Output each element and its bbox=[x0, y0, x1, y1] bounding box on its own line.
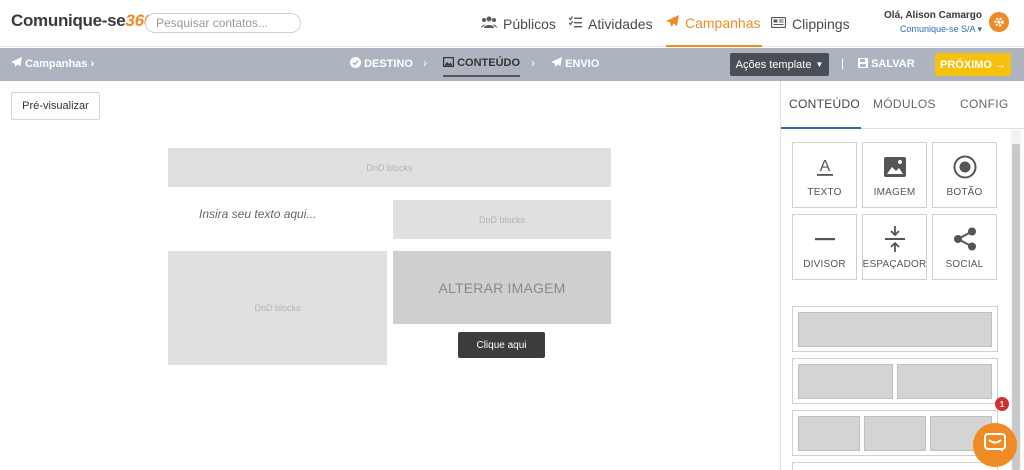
scrollbar-thumb[interactable] bbox=[1012, 144, 1020, 470]
brand-name: Comunique-se bbox=[11, 11, 126, 30]
arrow-right-icon: → bbox=[994, 58, 1006, 71]
cta-button[interactable]: Clique aqui bbox=[458, 332, 545, 358]
company-selector[interactable]: Comunique-se S/A ▾ bbox=[870, 24, 982, 35]
nav-label: Campanhas bbox=[685, 14, 761, 31]
layout-cell bbox=[798, 312, 992, 347]
nav-label: Clippings bbox=[792, 15, 850, 32]
chat-icon bbox=[984, 432, 1006, 458]
floppy-disk-icon bbox=[858, 58, 871, 70]
layout-cell bbox=[897, 364, 992, 399]
tile-label: IMAGEM bbox=[873, 186, 916, 198]
nav-item-publicos[interactable]: Públicos bbox=[481, 0, 556, 47]
step-label: CONTEÚDO bbox=[457, 57, 521, 69]
tile-label: TEXTO bbox=[807, 186, 842, 198]
nav-label: Atividades bbox=[588, 15, 653, 32]
chevron-right-icon: › bbox=[531, 56, 535, 70]
tile-label: DIVISOR bbox=[803, 258, 846, 270]
image-icon bbox=[443, 57, 457, 69]
share-icon bbox=[953, 225, 977, 253]
step-destino[interactable]: DESTINO bbox=[350, 57, 413, 70]
tab-config[interactable]: CONFIG bbox=[960, 97, 1008, 111]
nav-item-campanhas[interactable]: Campanhas bbox=[666, 0, 762, 47]
paper-plane-icon bbox=[551, 57, 565, 70]
tile-label: ESPAÇADOR bbox=[862, 258, 927, 270]
dnd-block[interactable]: DnD blocks bbox=[168, 251, 387, 365]
image-icon bbox=[883, 153, 906, 181]
layout-4-columns[interactable] bbox=[792, 462, 998, 470]
tile-botao[interactable]: BOTÃO bbox=[932, 142, 997, 208]
toolbar-separator: | bbox=[841, 56, 845, 70]
layout-3-columns[interactable] bbox=[792, 410, 998, 456]
next-label: PRÓXIMO bbox=[940, 58, 992, 71]
dnd-block[interactable]: DnD blocks bbox=[393, 200, 611, 239]
save-button[interactable]: SALVAR bbox=[858, 58, 915, 70]
spacer-icon bbox=[884, 225, 905, 253]
users-icon bbox=[481, 16, 497, 31]
text-icon: A bbox=[816, 153, 834, 181]
newspaper-icon bbox=[770, 16, 787, 31]
svg-text:A: A bbox=[819, 158, 830, 175]
layout-2-columns[interactable] bbox=[792, 358, 998, 404]
brand-logo[interactable]: Comunique-se360 bbox=[11, 11, 153, 31]
layout-cell bbox=[798, 416, 860, 451]
tile-imagem[interactable]: IMAGEM bbox=[862, 142, 927, 208]
check-circle-icon bbox=[350, 57, 364, 70]
save-label: SALVAR bbox=[871, 58, 915, 70]
layout-cell bbox=[864, 416, 926, 451]
step-envio[interactable]: ENVIO bbox=[551, 57, 599, 70]
radio-button-icon bbox=[953, 153, 977, 181]
nav-item-clippings[interactable]: Clippings bbox=[770, 0, 850, 47]
layout-1-column[interactable] bbox=[792, 306, 998, 352]
layout-cell bbox=[798, 364, 893, 399]
user-greeting: Olá, Alison Camargo bbox=[884, 10, 982, 21]
breadcrumb-label: Campanhas bbox=[25, 58, 88, 70]
tile-label: BOTÃO bbox=[946, 186, 983, 198]
tile-divisor[interactable]: DIVISOR bbox=[792, 214, 857, 280]
search-input[interactable] bbox=[145, 13, 301, 33]
tile-social[interactable]: SOCIAL bbox=[932, 214, 997, 280]
settings-gear-icon[interactable] bbox=[989, 12, 1009, 32]
tab-conteudo[interactable]: CONTEÚDO bbox=[789, 97, 860, 111]
nav-item-atividades[interactable]: Atividades bbox=[568, 0, 653, 47]
active-tab-indicator bbox=[781, 127, 861, 129]
change-image-block[interactable]: ALTERAR IMAGEM bbox=[393, 251, 611, 324]
step-label: ENVIO bbox=[565, 58, 600, 70]
dnd-block[interactable]: DnD blocks bbox=[168, 148, 611, 187]
user-menu[interactable]: Olá, Alison Camargo Comunique-se S/A ▾ bbox=[870, 10, 982, 35]
preview-button[interactable]: Pré-visualizar bbox=[11, 92, 100, 120]
notification-badge: 1 bbox=[995, 397, 1009, 411]
step-label: DESTINO bbox=[364, 58, 413, 70]
template-actions-label: Ações template bbox=[735, 58, 812, 71]
tile-espacador[interactable]: ESPAÇADOR bbox=[862, 214, 927, 280]
caret-down-icon: ▼ bbox=[815, 60, 824, 69]
nav-label: Públicos bbox=[503, 15, 556, 32]
step-conteudo[interactable]: CONTEÚDO bbox=[443, 57, 521, 77]
chevron-right-icon: › bbox=[90, 58, 95, 70]
next-button[interactable]: PRÓXIMO → bbox=[935, 53, 1011, 76]
text-block-placeholder[interactable]: Insira seu texto aqui... bbox=[199, 207, 316, 221]
template-actions-dropdown[interactable]: Ações template ▼ bbox=[730, 53, 829, 76]
checklist-icon bbox=[568, 16, 582, 31]
tile-texto[interactable]: A TEXTO bbox=[792, 142, 857, 208]
divider-icon bbox=[814, 225, 835, 253]
paper-plane-icon bbox=[11, 57, 25, 70]
chat-launcher-button[interactable] bbox=[973, 423, 1017, 467]
chevron-right-icon: › bbox=[423, 56, 427, 70]
breadcrumb[interactable]: Campanhas › bbox=[11, 57, 94, 70]
tile-label: SOCIAL bbox=[945, 258, 984, 270]
paper-plane-icon bbox=[666, 14, 679, 31]
tab-modulos[interactable]: MÓDULOS bbox=[873, 97, 936, 111]
